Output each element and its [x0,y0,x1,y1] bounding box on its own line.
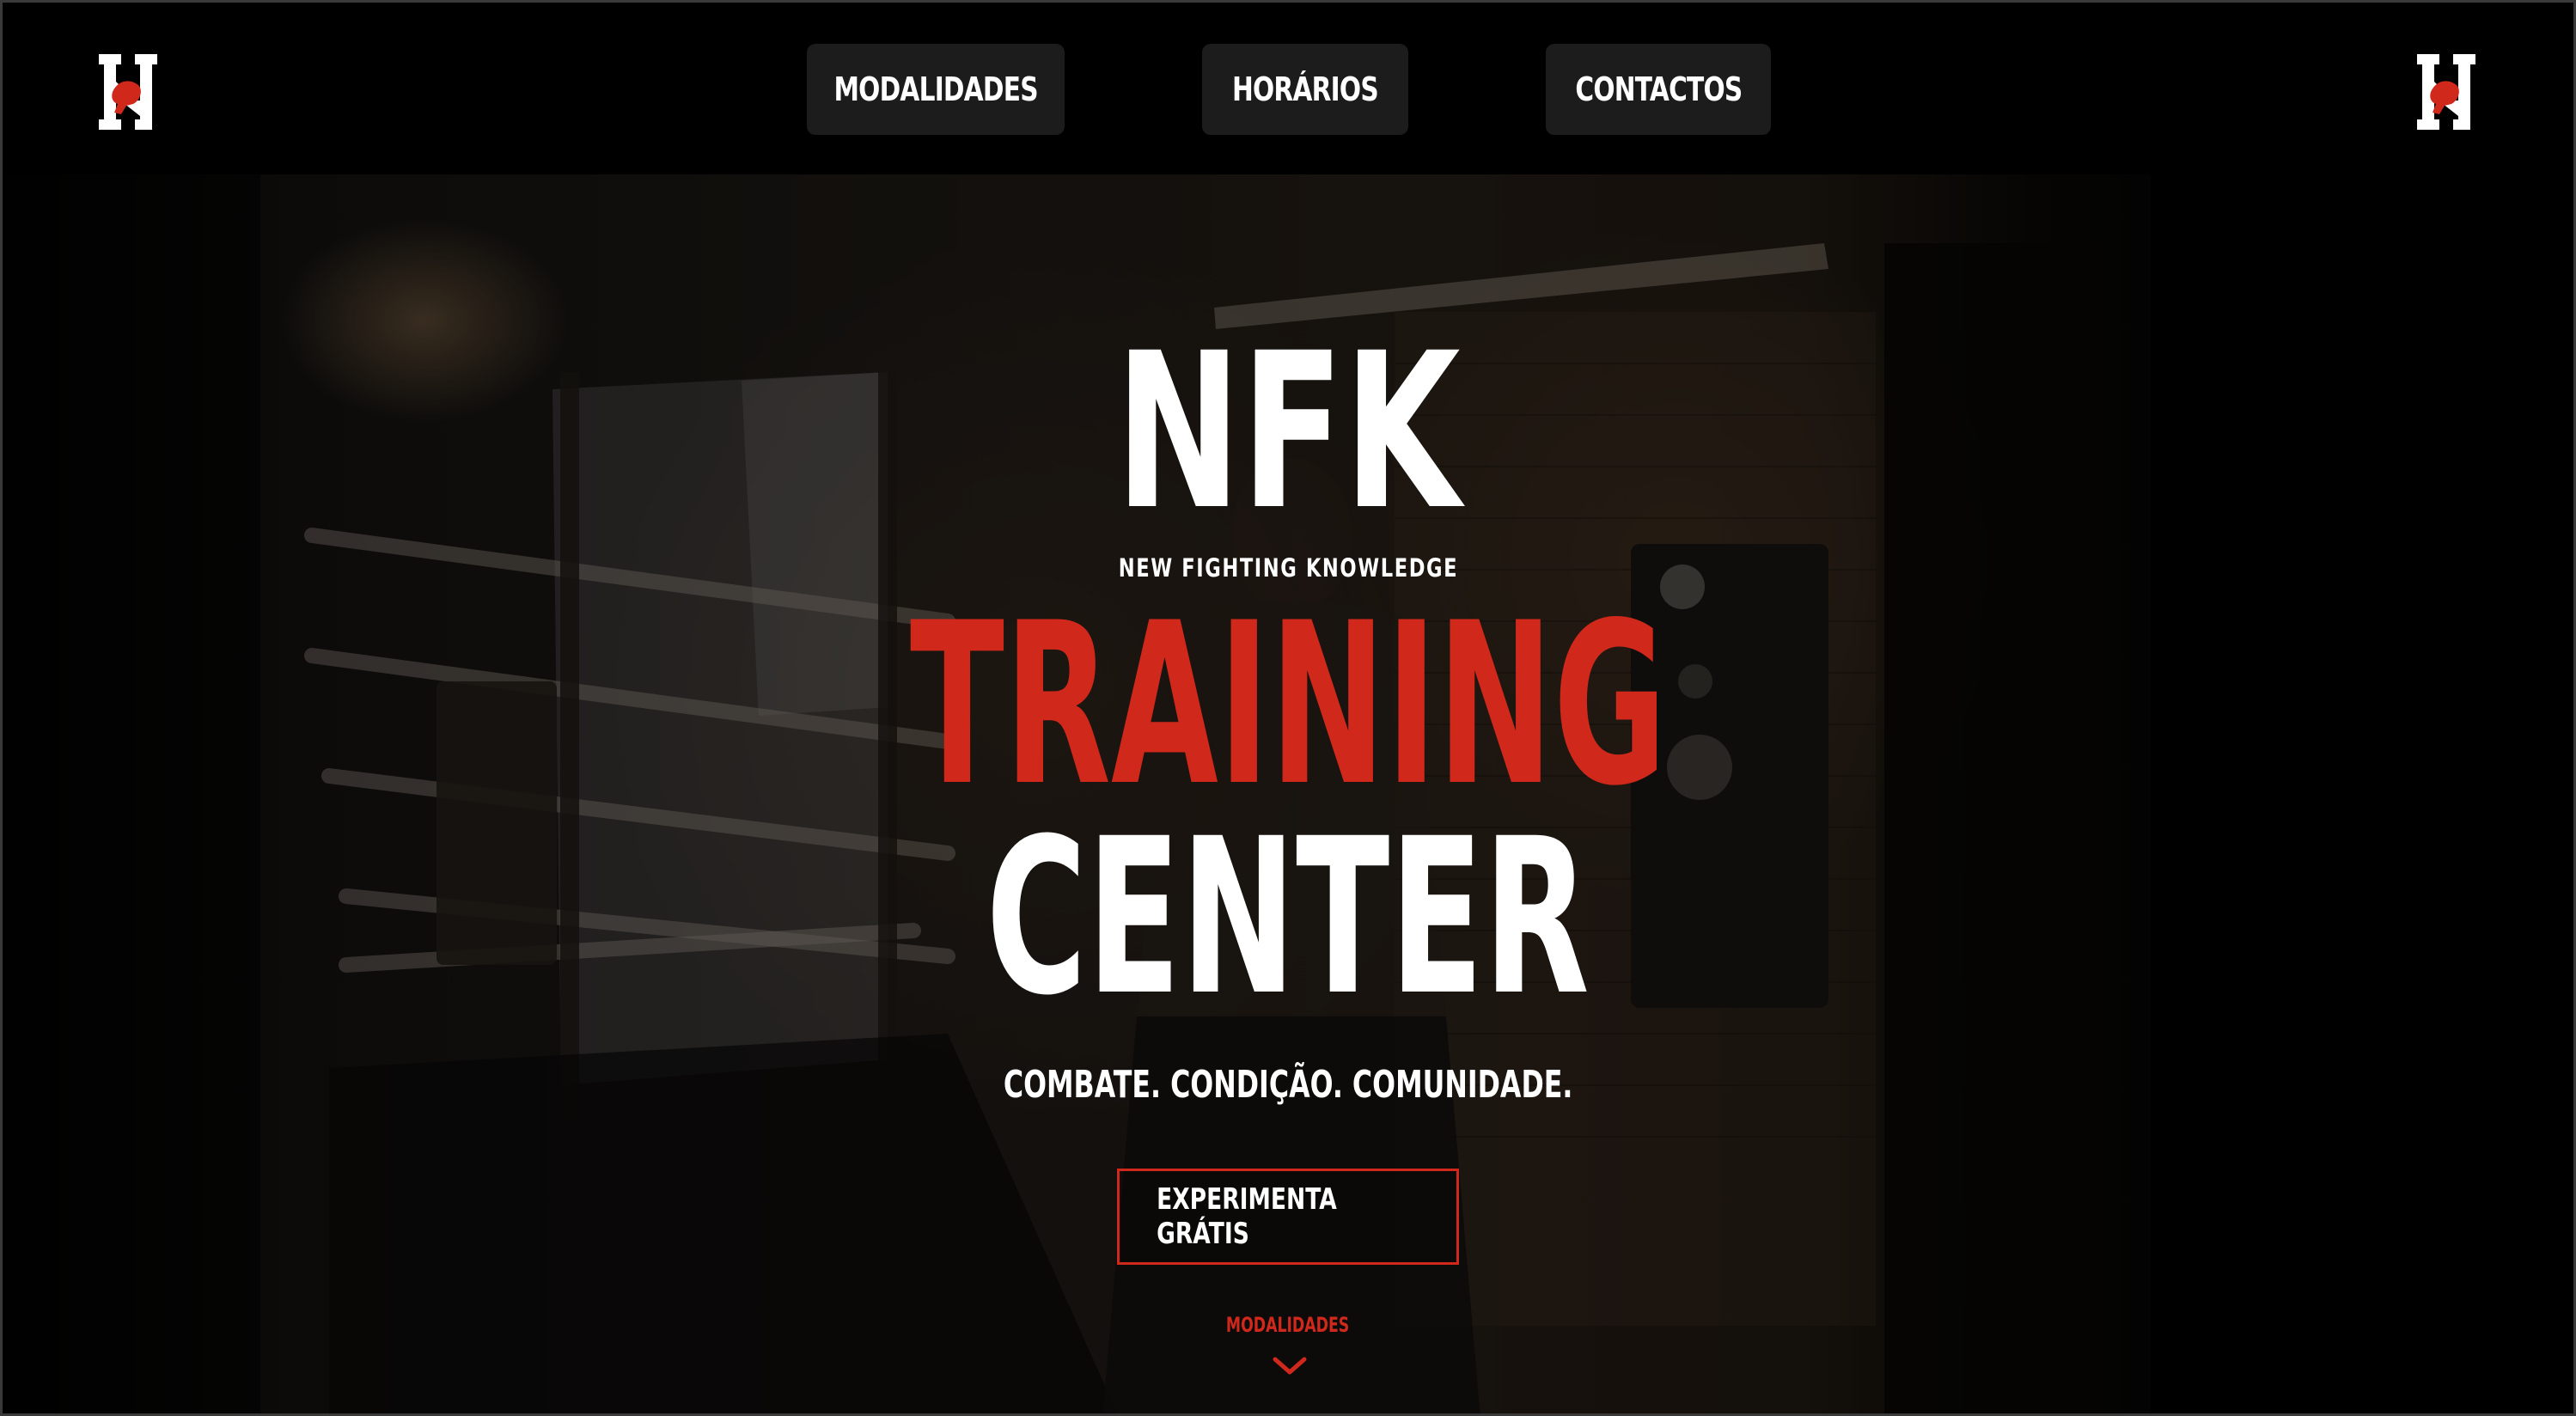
nav-contactos[interactable]: CONTACTOS [1546,44,1771,135]
nav-modalidades[interactable]: MODALIDADES [807,44,1065,135]
nfk-logo-icon[interactable] [95,52,161,131]
nav-modalidades-label: MODALIDADES [833,70,1038,108]
hero-tagline: COMBATE. CONDIÇÃO. COMUNIDADE. [3,1059,2573,1111]
hero-section: NFK NEW FIGHTING KNOWLEDGE TRAINING CENT… [3,174,2573,1413]
hero-title-nfk-text: NFK [1115,307,1461,557]
scroll-label-text: MODALIDADES [1226,1313,1350,1337]
site-header: MODALIDADES HORÁRIOS CONTACTOS [3,3,2573,174]
hero-title-center-text: CENTER [986,792,1590,1042]
hero-title-training: TRAINING [3,594,2573,817]
hero-title-nfk: NFK [3,325,2573,540]
hero-title-training-text: TRAINING [909,576,1667,835]
chevron-down-icon[interactable] [1273,1357,1307,1376]
hero-title-center: CENTER [3,810,2573,1025]
hero-tagline-text: COMBATE. CONDIÇÃO. COMUNIDADE. [1003,1063,1573,1107]
page: MODALIDADES HORÁRIOS CONTACTOS NFK NEW F… [0,0,2576,1416]
nav-horarios-label: HORÁRIOS [1232,70,1379,108]
nfk-logo-icon-right[interactable] [2414,52,2479,131]
free-trial-button-label: EXPERIMENTA GRÁTIS [1157,1182,1337,1251]
nav-horarios[interactable]: HORÁRIOS [1202,44,1408,135]
scroll-to-modalidades-link[interactable]: MODALIDADES [3,1313,2573,1337]
free-trial-button[interactable]: EXPERIMENTA GRÁTIS [1117,1169,1459,1265]
nav-contactos-label: CONTACTOS [1574,70,1743,108]
